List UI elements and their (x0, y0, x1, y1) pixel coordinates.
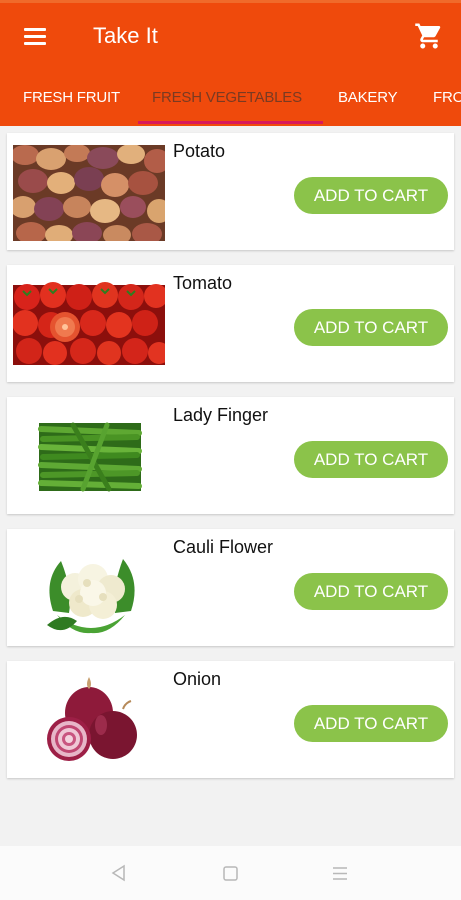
app-bar: Take It FRESH FRUIT FRESH VEGETABLES BAK… (0, 0, 461, 126)
product-name: Potato (173, 141, 226, 161)
add-to-cart-button[interactable]: ADD TO CART (294, 573, 448, 610)
system-navigation-bar (0, 846, 461, 900)
tab-bakery[interactable]: BAKERY (338, 74, 398, 124)
tab-fresh-vegetables[interactable]: FRESH VEGETABLES (152, 74, 302, 124)
add-to-cart-button[interactable]: ADD TO CART (294, 177, 448, 214)
app-title: Take It (93, 23, 158, 48)
product-card-lady-finger: Lady Finger ADD TO CART (7, 397, 454, 514)
tomato-image (13, 282, 165, 365)
potato-image (13, 145, 165, 241)
product-name: Tomato (173, 273, 233, 293)
status-strip (0, 0, 461, 3)
product-name: Cauli Flower (173, 537, 274, 557)
home-icon[interactable] (222, 865, 239, 882)
tab-frozen[interactable]: FRO (433, 74, 461, 124)
category-tabs: FRESH FRUIT FRESH VEGETABLES BAKERY FRO (0, 74, 461, 126)
product-name: Lady Finger (173, 405, 269, 425)
onion-image (47, 677, 137, 761)
recents-icon[interactable] (331, 865, 349, 882)
lady-finger-image (38, 422, 142, 492)
cauliflower-image (47, 559, 135, 634)
product-card-tomato: Tomato ADD TO CART (7, 265, 454, 382)
add-to-cart-button[interactable]: ADD TO CART (294, 441, 448, 478)
back-icon[interactable] (110, 864, 128, 882)
product-card-cauliflower: Cauli Flower ADD TO CART (7, 529, 454, 646)
tab-fresh-fruit[interactable]: FRESH FRUIT (23, 74, 120, 124)
shopping-cart-icon[interactable] (414, 21, 444, 51)
add-to-cart-button[interactable]: ADD TO CART (294, 309, 448, 346)
product-card-onion: Onion ADD TO CART (7, 661, 454, 778)
product-card-potato: Potato ADD TO CART (7, 133, 454, 250)
active-tab-indicator (138, 121, 323, 124)
product-name: Onion (173, 669, 222, 689)
menu-icon[interactable] (22, 24, 50, 48)
add-to-cart-button[interactable]: ADD TO CART (294, 705, 448, 742)
